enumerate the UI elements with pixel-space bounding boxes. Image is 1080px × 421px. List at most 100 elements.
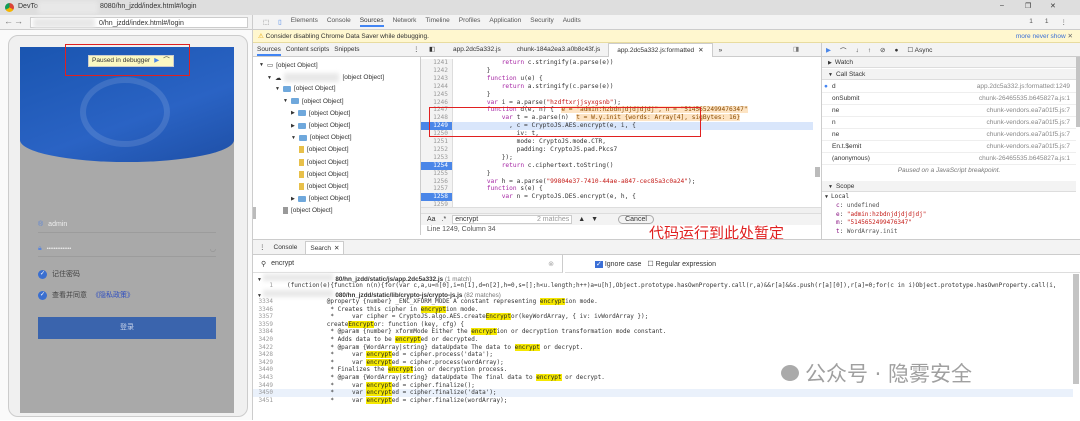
scope-var[interactable]: m: "5145652499476347" — [836, 219, 912, 226]
match-case-toggle[interactable]: Aa — [427, 216, 436, 223]
tab-profiles[interactable]: Profiles — [459, 17, 481, 27]
maximize-button[interactable]: ❐ — [1025, 2, 1031, 10]
tab-sources[interactable]: Sources — [359, 17, 384, 27]
result-line[interactable]: 3346 * Creates this cipher in encryption… — [253, 305, 1073, 314]
tab-timeline[interactable]: Timeline — [425, 17, 449, 27]
more-tabs-icon[interactable]: » — [713, 47, 723, 54]
expand-arrow-icon[interactable]: ▼ — [267, 75, 272, 81]
tree-item[interactable]: [object Object] — [299, 146, 349, 154]
result-file-header[interactable]: ▼ 080/hn_jzdd/static/lib/crypto-js/crypt… — [253, 289, 1073, 299]
expand-arrow-icon[interactable]: ▼ — [291, 135, 296, 141]
nav-tab-0[interactable]: Sources — [257, 46, 281, 56]
call-frame[interactable]: ne chunk-vendors.ea7a01f5.js:7 — [822, 129, 1076, 141]
call-frame[interactable]: onSubmit chunk-26465535.b645827a.js:1 — [822, 93, 1076, 105]
line-number[interactable]: 1255 — [421, 169, 453, 178]
line-number[interactable]: 1254 — [421, 161, 453, 170]
tree-item[interactable]: ▼ ▭ [object Object] — [259, 61, 318, 70]
drawer-menu-icon[interactable]: ⋮ — [259, 243, 266, 251]
tree-item[interactable]: ▼ ☁ [object Object] — [267, 73, 384, 83]
line-number[interactable]: 1251 — [421, 138, 453, 146]
tab-elements[interactable]: Elements — [291, 17, 318, 27]
minimize-button[interactable]: – — [1000, 2, 1004, 9]
line-number[interactable]: 1242 — [421, 66, 453, 75]
expand-arrow-icon[interactable]: ▶ — [291, 110, 295, 116]
tab-application[interactable]: Application — [489, 17, 521, 27]
url-input[interactable]: 0/hn_jzdd/index.html#/login — [30, 17, 248, 28]
line-number[interactable]: 1258 — [421, 193, 453, 202]
scope-var[interactable]: e: "admin:hzbdnjdjdjdjdj" — [836, 211, 926, 218]
navigator-scrollbar[interactable] — [253, 207, 256, 219]
regex-checkbox[interactable]: ☐ Regular expression — [647, 260, 716, 268]
file-tab[interactable]: chunk-184a2ea3.a0b8c43f.js — [509, 43, 608, 57]
tree-item[interactable]: [object Object] — [299, 170, 349, 178]
file-tab[interactable]: app.2dc5a332.js:formatted ✕ — [608, 43, 713, 57]
remember-checkbox[interactable]: ✓ 记住密码 — [38, 269, 80, 279]
tab-title[interactable]: DevTo — [18, 3, 38, 10]
result-line[interactable]: 3357 * var cipher = CryptoJS.algo.AES.cr… — [253, 313, 1073, 321]
line-number[interactable]: 1253 — [421, 153, 453, 162]
close-tab-icon[interactable]: ✕ — [698, 47, 703, 54]
result-line[interactable]: 3450 * var encrypted = cipher.finalize('… — [253, 389, 1073, 397]
expand-arrow-icon[interactable]: ▼ — [259, 62, 264, 68]
call-frame[interactable]: En.t.$emit chunk-vendors.ea7a01f5.js:7 — [822, 141, 1076, 153]
forward-icon[interactable]: → — [14, 16, 23, 26]
scope-var[interactable]: c: undefined — [836, 202, 879, 209]
tab-audits[interactable]: Audits — [563, 17, 581, 27]
tab-security[interactable]: Security — [530, 17, 553, 27]
line-number[interactable]: 1243 — [421, 74, 453, 83]
expand-arrow-icon[interactable]: ▶ — [291, 123, 295, 129]
inspect-icon[interactable]: ⬚ — [263, 18, 269, 26]
tree-item[interactable]: ▶ [object Object] — [291, 122, 350, 129]
find-prev-icon[interactable]: ▲ — [578, 216, 585, 223]
tree-item[interactable]: ▼ [object Object] — [291, 134, 352, 141]
tree-item[interactable]: [object Object] — [299, 183, 349, 190]
device-icon[interactable]: ▯ — [278, 18, 282, 26]
results-scrollbar[interactable] — [1073, 274, 1079, 384]
more-link[interactable]: more — [1016, 33, 1031, 40]
regex-icon[interactable]: .* — [442, 216, 447, 223]
tree-item[interactable]: ▼ [object Object] — [283, 98, 344, 105]
expand-arrow-icon[interactable]: ▼ — [275, 86, 280, 92]
agree-checkbox[interactable]: ✓ 查看并同意 《隐私政策》 — [38, 290, 134, 300]
line-number[interactable]: 1241 — [421, 59, 453, 67]
section-call-stack[interactable]: ▼ Call Stack — [822, 69, 1076, 80]
more-icon[interactable]: ⋮ — [1061, 18, 1068, 26]
tree-item[interactable]: ▶ [object Object] — [291, 195, 350, 202]
toggle-debugger-icon[interactable]: ◨ — [793, 45, 799, 53]
call-frame[interactable]: n chunk-vendors.ea7a01f5.js:7 — [822, 117, 1076, 129]
find-next-icon[interactable]: ▼ — [591, 216, 598, 223]
nav-tab-1[interactable]: Content scripts — [286, 46, 329, 56]
file-tab[interactable]: app.2dc5a332.js — [445, 43, 509, 57]
search-input[interactable]: ⚲ encrypt ⊗ — [253, 255, 563, 273]
result-line[interactable]: 3420 * Adds data to be encrypted or decr… — [253, 336, 1073, 344]
line-number[interactable]: 1245 — [421, 90, 453, 99]
back-icon[interactable]: ← — [4, 16, 13, 26]
warning-count[interactable]: 1 — [1045, 18, 1049, 26]
result-line[interactable]: 3359 createEncryptor: function (key, cfg… — [253, 320, 1073, 329]
result-line[interactable]: 1 (function(e){function n(n){for(var c,a,… — [253, 282, 1073, 290]
never-show-link[interactable]: never show — [1032, 33, 1065, 40]
result-line[interactable]: 3334 @property {number} _ENC_XFORM_MODE … — [253, 298, 1073, 306]
line-number[interactable]: 1252 — [421, 145, 453, 154]
scope-local[interactable]: ▼ Local — [825, 193, 849, 200]
vertical-scrollbar[interactable] — [815, 167, 820, 177]
line-number[interactable]: 1246 — [421, 98, 453, 107]
tree-item[interactable]: ▶ [object Object] — [291, 110, 350, 117]
line-number[interactable]: 1256 — [421, 177, 453, 186]
clear-icon[interactable]: ⊗ — [548, 260, 554, 268]
result-line[interactable]: 3451 * var encrypted = cipher.finalize(w… — [253, 396, 1073, 405]
call-frame[interactable]: (anonymous) chunk-26465535.b645827a.js:1 — [822, 153, 1076, 165]
section-scope[interactable]: ▼ Scope — [822, 181, 1076, 192]
nav-tab-2[interactable]: Snippets — [334, 46, 359, 56]
more-icon[interactable]: ⋮ — [413, 45, 420, 53]
close-icon[interactable]: ✕ — [1068, 33, 1073, 40]
eye-icon[interactable]: ◡ — [210, 245, 216, 253]
expand-arrow-icon[interactable]: ▶ — [291, 196, 295, 202]
error-count[interactable]: 1 — [1029, 18, 1033, 26]
result-file-header[interactable]: ▼ 80/hn_jzdd/static/js/app.2dc5a332.js (… — [253, 274, 1073, 283]
result-line[interactable]: 3422 * @param {WordArray|string} dataUpd… — [253, 343, 1073, 352]
tree-item[interactable]: [object Object] — [283, 207, 333, 215]
sidebar-scrollbar[interactable] — [1076, 57, 1080, 127]
close-tab-icon[interactable]: ✕ — [334, 245, 339, 252]
privacy-link[interactable]: 《隐私政策》 — [92, 290, 134, 300]
